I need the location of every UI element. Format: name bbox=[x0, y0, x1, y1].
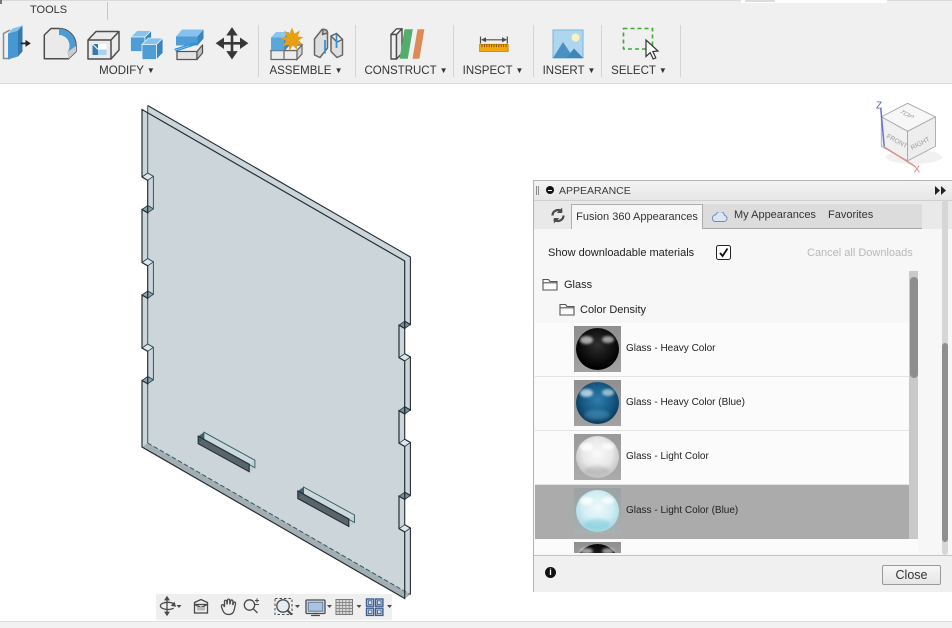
svg-text:X: X bbox=[914, 165, 921, 176]
svg-text:Z: Z bbox=[876, 101, 882, 112]
